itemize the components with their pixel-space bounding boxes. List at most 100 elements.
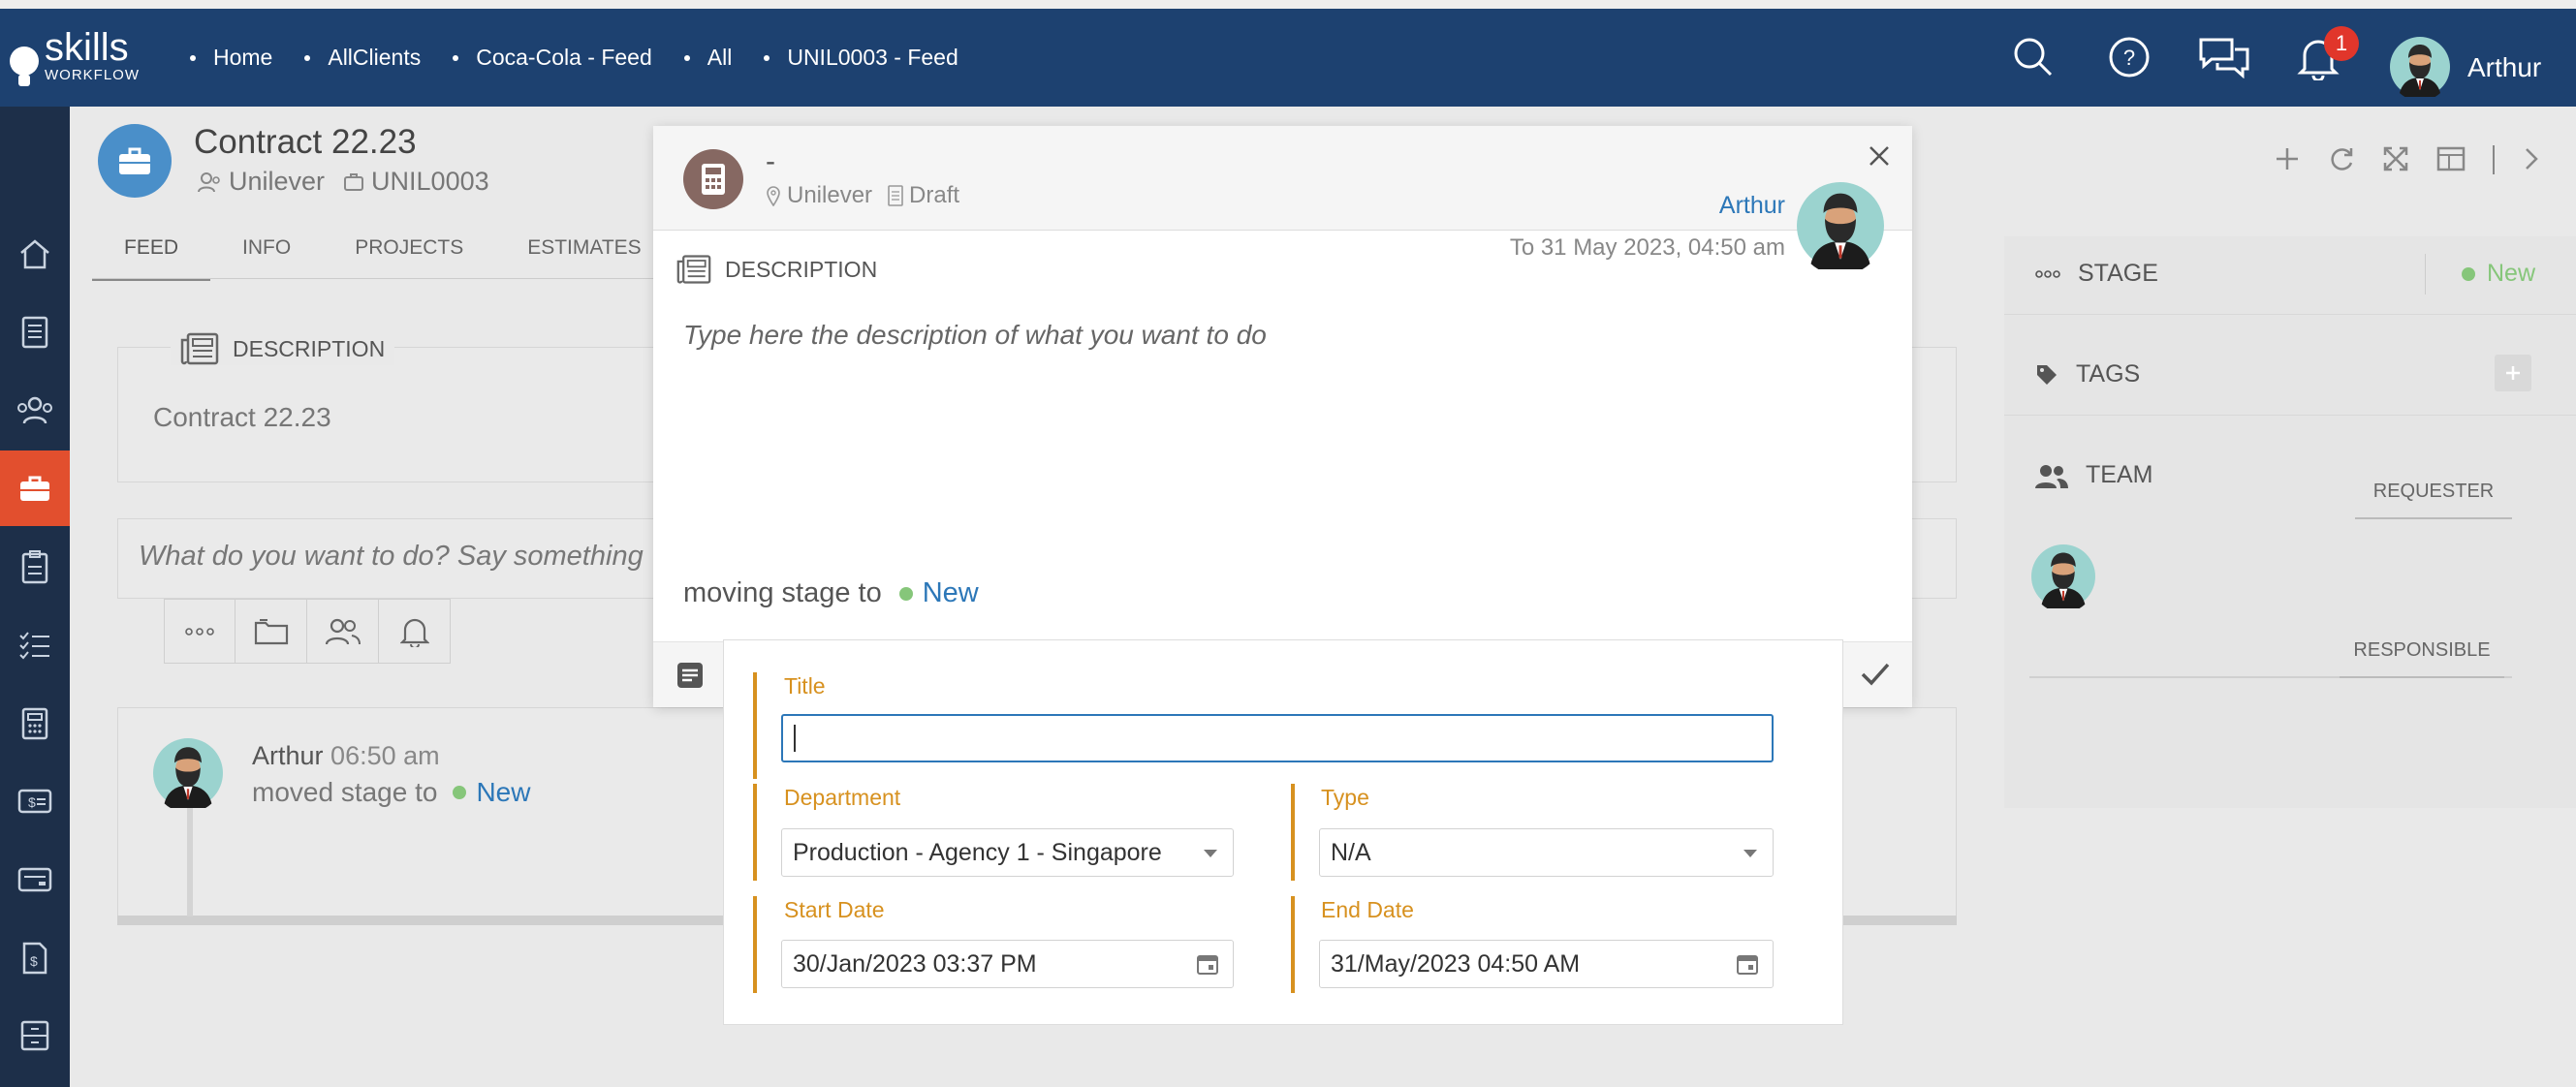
tab-responsible[interactable]: RESPONSIBLE	[2340, 639, 2504, 678]
layout-icon[interactable]	[2436, 145, 2466, 172]
notification-badge: 1	[2324, 26, 2359, 61]
modal-author-avatar[interactable]	[1797, 182, 1884, 269]
composer-placeholder: What do you want to do? Say something	[139, 541, 644, 572]
modal-header: - Unilever Draft Arthur	[653, 126, 1912, 231]
modal-description-input[interactable]: Type here the description of what you wa…	[683, 320, 1267, 351]
client-icon	[198, 171, 220, 192]
contract-title: Contract 22.23	[194, 123, 417, 161]
card-icon	[17, 867, 52, 892]
sidebar-item-estimates[interactable]	[0, 686, 70, 761]
calculator-icon	[702, 164, 725, 195]
feed-author-avatar[interactable]	[153, 738, 223, 808]
sidebar-item-contracts[interactable]	[0, 450, 70, 526]
tab-feed[interactable]: FEED	[92, 233, 211, 281]
contract-client[interactable]: Unilever	[229, 167, 325, 197]
calendar-icon[interactable]	[1196, 952, 1219, 976]
sidebar-item-home[interactable]	[0, 216, 70, 292]
stage-section: STAGE	[2035, 260, 2158, 288]
feed-stage[interactable]: New	[476, 777, 530, 808]
sidebar-item-archive[interactable]	[0, 998, 70, 1073]
contract-code[interactable]: UNIL0003	[371, 167, 489, 197]
modal-description-label: DESCRIPTION	[676, 254, 877, 285]
sidebar-item-tasks[interactable]	[0, 607, 70, 683]
document-icon	[21, 316, 48, 349]
search-icon[interactable]	[2012, 36, 2055, 78]
modal-title: -	[766, 145, 775, 177]
contract-subtitle: Unilever UNIL0003	[198, 167, 489, 197]
notify-button[interactable]	[379, 599, 451, 664]
chat-icon[interactable]	[2198, 36, 2250, 78]
confirm-button[interactable]	[1861, 662, 1890, 687]
modal-date: To 31 May 2023, 04:50 am	[1509, 234, 1785, 261]
modal-subtitle: Unilever Draft	[766, 182, 959, 209]
feed-timeline	[187, 808, 193, 916]
expand-icon[interactable]	[2382, 145, 2409, 172]
modal-client[interactable]: Unilever	[787, 182, 872, 209]
more-button[interactable]	[164, 599, 236, 664]
end-date-label: End Date	[1321, 897, 1414, 922]
modal-author[interactable]: Arthur	[1719, 192, 1785, 220]
type-label: Type	[1321, 785, 1369, 810]
tag-icon	[2037, 364, 2057, 385]
newspaper-icon	[676, 255, 711, 284]
user-name[interactable]: Arthur	[2467, 52, 2541, 83]
breadcrumb-home[interactable]: Home	[190, 45, 272, 71]
close-button[interactable]	[1865, 141, 1894, 171]
tab-divider	[92, 278, 674, 279]
feed-author[interactable]: Arthur	[252, 741, 324, 770]
tab-info[interactable]: INFO	[210, 233, 323, 281]
team-section: TEAM	[2035, 461, 2152, 489]
tab-estimates[interactable]: ESTIMATES	[495, 233, 673, 281]
tab-projects[interactable]: PROJECTS	[323, 233, 495, 281]
help-icon[interactable]: ?	[2108, 36, 2151, 78]
check-icon	[1861, 663, 1890, 686]
location-pin-icon	[767, 186, 780, 206]
attach-folder-button[interactable]	[236, 599, 307, 664]
end-date-input[interactable]: 31/May/2023 04:50 AM	[1319, 940, 1774, 988]
brand-sub: WORKFLOW	[45, 67, 140, 83]
sidebar-item-projects[interactable]	[0, 529, 70, 605]
title-input[interactable]	[781, 714, 1774, 762]
breadcrumb-all[interactable]: All	[683, 45, 732, 71]
more-icon	[185, 627, 214, 636]
sidebar-item-invoices[interactable]: $	[0, 763, 70, 839]
close-icon	[1869, 146, 1889, 166]
breadcrumb-allclients[interactable]: AllClients	[304, 45, 421, 71]
invoice-icon: $	[22, 942, 47, 975]
department-select[interactable]: Production - Agency 1 - Singapore	[781, 828, 1234, 877]
add-tag-button[interactable]	[2495, 355, 2531, 391]
requester-avatar[interactable]	[2031, 544, 2095, 608]
user-avatar[interactable]	[2390, 37, 2450, 97]
section-divider	[2004, 415, 2576, 416]
sidebar-item-feed[interactable]	[0, 295, 70, 370]
mention-users-button[interactable]	[307, 599, 379, 664]
tab-bar: FEED INFO PROJECTS ESTIMATES	[92, 233, 674, 281]
brand-logo[interactable]: skills WORKFLOW	[8, 28, 140, 88]
add-icon[interactable]	[2274, 145, 2301, 172]
stage-value[interactable]: New	[2462, 260, 2535, 288]
team-icon	[2035, 464, 2068, 488]
sidebar-item-clients[interactable]	[0, 373, 70, 449]
chevron-right-icon[interactable]	[2522, 145, 2541, 172]
sidebar: $ $	[0, 107, 70, 1087]
breadcrumb-contract-feed[interactable]: UNIL0003 - Feed	[764, 45, 958, 71]
users-icon	[17, 396, 52, 424]
moving-stage-note: moving stage to New	[683, 577, 979, 609]
calendar-icon[interactable]	[1736, 952, 1759, 976]
form-toggle-button[interactable]	[676, 662, 704, 689]
type-select[interactable]: N/A	[1319, 828, 1774, 877]
more-icon	[2035, 269, 2060, 278]
refresh-icon[interactable]	[2328, 145, 2355, 172]
svg-text:$: $	[28, 794, 36, 810]
sidebar-item-payments[interactable]	[0, 842, 70, 917]
chevron-down-icon	[1204, 850, 1217, 857]
sidebar-item-budget[interactable]: $	[0, 920, 70, 996]
svg-text:?: ?	[2123, 46, 2135, 70]
home-icon	[20, 239, 49, 269]
briefcase-small-icon	[344, 172, 364, 191]
start-date-input[interactable]: 30/Jan/2023 03:37 PM	[781, 940, 1234, 988]
moving-stage-value[interactable]: New	[923, 577, 979, 609]
breadcrumb-client-feed[interactable]: Coca-Cola - Feed	[453, 45, 652, 71]
stage-divider	[2425, 254, 2426, 295]
tab-requester[interactable]: REQUESTER	[2355, 481, 2512, 519]
